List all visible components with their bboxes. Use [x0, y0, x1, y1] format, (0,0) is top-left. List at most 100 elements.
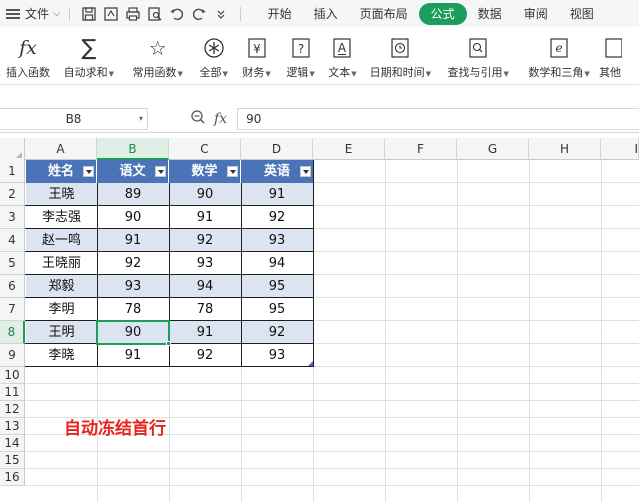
row-header-12[interactable]: 12: [0, 401, 25, 418]
date-time-button[interactable]: 日期和时间▼: [363, 27, 437, 85]
table-cell[interactable]: 92: [169, 344, 241, 367]
tab-page-layout[interactable]: 页面布局: [349, 3, 419, 25]
column-header-a[interactable]: A: [25, 138, 97, 160]
row-header-9[interactable]: 9: [0, 344, 25, 367]
table-cell[interactable]: 94: [169, 275, 241, 298]
column-header-g[interactable]: G: [457, 138, 529, 160]
table-cell[interactable]: 李志强: [26, 206, 97, 229]
tab-view[interactable]: 视图: [559, 3, 605, 25]
fx-icon[interactable]: fx: [214, 111, 227, 127]
table-cell[interactable]: 95: [241, 298, 313, 321]
table-cell[interactable]: 王晓丽: [26, 252, 97, 275]
common-functions-button[interactable]: ☆ 常用函数▼: [122, 27, 194, 85]
row-header-13[interactable]: 13: [0, 418, 25, 435]
filter-dropdown-icon[interactable]: [300, 166, 311, 177]
tab-insert[interactable]: 插入: [303, 3, 349, 25]
column-header-b[interactable]: B: [97, 138, 169, 160]
table-header-math[interactable]: 数学: [169, 160, 241, 183]
row-header-10[interactable]: 10: [0, 367, 25, 384]
row-header-8[interactable]: 8: [0, 321, 25, 344]
filter-dropdown-icon[interactable]: [155, 166, 166, 177]
table-cell[interactable]: 91: [169, 321, 241, 344]
table-cell[interactable]: 93: [241, 344, 313, 367]
table-cell[interactable]: 91: [97, 344, 169, 367]
column-header-e[interactable]: E: [313, 138, 385, 160]
table-cell[interactable]: 92: [97, 252, 169, 275]
row-header-3[interactable]: 3: [0, 206, 25, 229]
filter-dropdown-icon[interactable]: [83, 166, 94, 177]
row-header-15[interactable]: 15: [0, 452, 25, 469]
table-cell[interactable]: 郑毅: [26, 275, 97, 298]
zoom-icon[interactable]: [190, 109, 206, 128]
table-cell[interactable]: 91: [241, 183, 313, 206]
table-cell[interactable]: 王晓: [26, 183, 97, 206]
row-header-14[interactable]: 14: [0, 435, 25, 452]
table-cell[interactable]: 93: [97, 275, 169, 298]
row-header-4[interactable]: 4: [0, 229, 25, 252]
name-box[interactable]: B8 ▾: [0, 107, 148, 130]
chevron-down-icon[interactable]: ▾: [139, 114, 143, 123]
table-cell[interactable]: 92: [241, 321, 313, 344]
row-header-5[interactable]: 5: [0, 252, 25, 275]
table-cell[interactable]: 95: [241, 275, 313, 298]
column-header-c[interactable]: C: [169, 138, 241, 160]
table-cell[interactable]: 92: [241, 206, 313, 229]
lookup-reference-button[interactable]: 查找与引用▼: [437, 27, 519, 85]
all-functions-button[interactable]: 全部▼: [194, 27, 234, 85]
table-cell[interactable]: 91: [97, 229, 169, 252]
fill-handle[interactable]: [166, 341, 171, 346]
print-icon[interactable]: [122, 3, 144, 25]
column-header-d[interactable]: D: [241, 138, 313, 160]
print-preview-icon[interactable]: [144, 3, 166, 25]
column-header-i[interactable]: I: [601, 138, 639, 160]
text-button[interactable]: A 文本▼: [321, 27, 363, 85]
row-header-7[interactable]: 7: [0, 298, 25, 321]
logical-button[interactable]: ? 逻辑▼: [280, 27, 322, 85]
filter-dropdown-icon[interactable]: [227, 166, 238, 177]
row-header-16[interactable]: 16: [0, 469, 25, 486]
formula-input[interactable]: 90: [237, 107, 639, 130]
row-header-11[interactable]: 11: [0, 384, 25, 401]
table-cell[interactable]: 93: [241, 229, 313, 252]
header-label: 英语: [263, 164, 290, 179]
worksheet-grid[interactable]: A B C D E F G H I 1 2 3 4 5 6 7 8 9 10 1…: [0, 138, 639, 502]
table-cell[interactable]: 93: [169, 252, 241, 275]
table-cell[interactable]: 89: [97, 183, 169, 206]
table-header-english[interactable]: 英语: [241, 160, 313, 183]
table-cell[interactable]: 94: [241, 252, 313, 275]
table-header-chinese[interactable]: 语文: [97, 160, 169, 183]
table-cell[interactable]: 92: [169, 229, 241, 252]
tab-data[interactable]: 数据: [467, 3, 513, 25]
column-header-f[interactable]: F: [385, 138, 457, 160]
row-header-6[interactable]: 6: [0, 275, 25, 298]
table-resize-handle[interactable]: [308, 361, 313, 366]
table-cell[interactable]: 王明: [26, 321, 97, 344]
table-cell[interactable]: 78: [169, 298, 241, 321]
math-trig-button[interactable]: e 数学和三角▼: [519, 27, 599, 85]
autosum-button[interactable]: ∑ 自动求和▼: [56, 27, 122, 85]
undo-icon[interactable]: [166, 3, 188, 25]
tab-formulas[interactable]: 公式: [418, 2, 467, 25]
column-header-h[interactable]: H: [529, 138, 601, 160]
file-menu[interactable]: 文件 ⌵: [0, 0, 61, 27]
table-cell[interactable]: 91: [169, 206, 241, 229]
export-pdf-icon[interactable]: [100, 3, 122, 25]
table-cell[interactable]: 李明: [26, 298, 97, 321]
save-icon[interactable]: [78, 3, 100, 25]
table-cell[interactable]: 90: [169, 183, 241, 206]
insert-function-button[interactable]: fx 插入函数: [0, 27, 56, 85]
table-cell[interactable]: 78: [97, 298, 169, 321]
financial-button[interactable]: ¥ 财务▼: [234, 27, 280, 85]
table-cell[interactable]: 李晓: [26, 344, 97, 367]
tab-home[interactable]: 开始: [257, 3, 303, 25]
tab-review[interactable]: 审阅: [513, 3, 559, 25]
row-header-1[interactable]: 1: [0, 160, 25, 183]
table-header-name[interactable]: 姓名: [26, 160, 97, 183]
more-functions-button[interactable]: 其他: [599, 27, 639, 85]
row-header-2[interactable]: 2: [0, 183, 25, 206]
table-cell[interactable]: 90: [97, 206, 169, 229]
customize-quick-access-icon[interactable]: [210, 3, 232, 25]
table-cell[interactable]: 赵一鸣: [26, 229, 97, 252]
redo-icon[interactable]: [188, 3, 210, 25]
select-all-corner[interactable]: [0, 138, 25, 160]
